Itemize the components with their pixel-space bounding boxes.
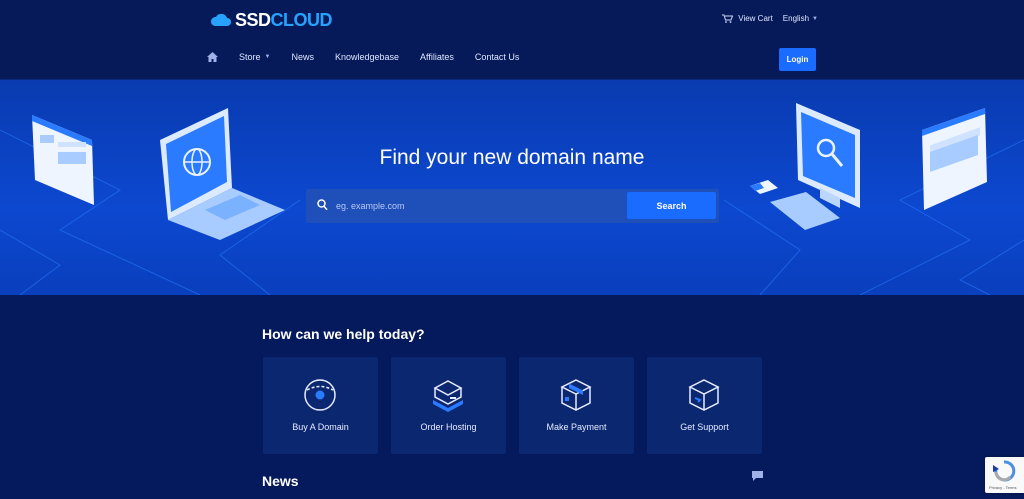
home-icon [207,52,218,62]
top-right-links: View Cart English ▼ [722,14,818,23]
nav-contact-label: Contact Us [474,52,520,62]
package-icon [560,379,592,411]
login-button[interactable]: Login [779,48,816,71]
card-label: Get Support [680,422,729,432]
cart-icon [722,14,734,23]
language-selector[interactable]: English ▼ [783,14,818,23]
view-cart-label: View Cart [738,14,773,23]
main-nav: Store ▼ News Knowledgebase Affiliates Co… [207,52,540,62]
card-buy-domain[interactable]: Buy A Domain [263,357,378,454]
nav-knowledgebase-label: Knowledgebase [334,52,400,62]
card-label: Make Payment [546,422,607,432]
card-label: Order Hosting [420,422,477,432]
logo-text: SSDCLOUD [235,9,333,30]
comment-icon[interactable] [752,471,763,481]
nav-news-label: News [291,52,314,62]
hero-section: Find your new domain name Search [0,80,1024,295]
hero-title: Find your new domain name [379,146,645,169]
recaptcha-icon [993,460,1016,482]
news-section-title: News [262,473,299,489]
cloud-logo-icon [210,13,231,26]
chevron-down-icon: ▼ [264,54,271,60]
recaptcha-privacy-terms[interactable]: Privacy - Terms [989,485,1016,490]
nav-store[interactable]: Store ▼ [239,52,270,62]
header: SSDCLOUD View Cart English ▼ Store ▼ New… [0,0,1024,80]
search-icon [317,199,328,211]
help-section-title: How can we help today? [262,326,425,342]
globe-icon [304,379,336,411]
language-label: English [782,14,810,23]
recaptcha-badge[interactable]: Privacy - Terms [985,457,1024,493]
nav-home[interactable] [207,52,218,62]
support-box-icon [688,379,720,411]
nav-affiliates-label: Affiliates [420,52,454,62]
card-make-payment[interactable]: Make Payment [519,357,634,454]
search-button[interactable]: Search [627,192,716,219]
nav-store-label: Store [239,52,261,62]
chevron-down-icon: ▼ [812,15,818,22]
laptop-illustration [160,108,285,240]
nav-contact[interactable]: Contact Us [475,52,520,62]
card-get-support[interactable]: Get Support [647,357,762,454]
logo[interactable]: SSDCLOUD [210,9,333,30]
card-order-hosting[interactable]: Order Hosting [391,357,506,454]
domain-search-input[interactable] [336,189,626,223]
server-box-icon [433,380,463,412]
hero-background-illustration [0,103,1024,295]
nav-affiliates[interactable]: Affiliates [420,52,454,62]
card-label: Buy A Domain [292,422,349,432]
nav-knowledgebase[interactable]: Knowledgebase [335,52,399,62]
view-cart-link[interactable]: View Cart [722,14,773,23]
nav-news[interactable]: News [291,52,314,62]
